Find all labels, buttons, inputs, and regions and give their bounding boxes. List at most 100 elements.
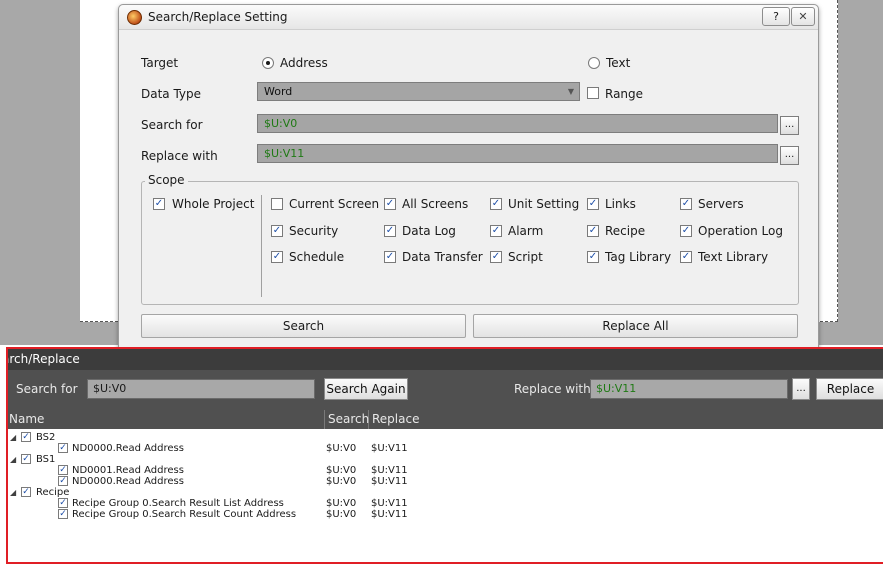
scope-data-transfer-checkbox[interactable]: ✓ [384, 251, 396, 263]
scope-current-screen-checkbox[interactable] [271, 198, 283, 210]
expand-triangle-icon[interactable]: ◢ [10, 432, 16, 443]
replace-all-button[interactable]: Replace All [473, 314, 798, 338]
scope-links-label[interactable]: Links [605, 197, 636, 211]
replace-with-browse-button[interactable]: ... [780, 146, 799, 165]
panel-toolbar: Search for $U:V0 Search Again Replace wi… [8, 370, 883, 410]
scope-recipe-checkbox[interactable]: ✓ [587, 225, 599, 237]
scope-text-library-checkbox[interactable]: ✓ [680, 251, 692, 263]
scope-operation-log-label[interactable]: Operation Log [698, 224, 783, 238]
scope-legend: Scope [145, 173, 188, 187]
search-replace-dialog: Search/Replace Setting ? ✕ Target Addres… [118, 4, 819, 356]
row-search-value: $U:V0 [326, 476, 357, 487]
row-search-value: $U:V0 [326, 443, 357, 454]
column-header-replace[interactable]: Replace [369, 410, 429, 429]
row-replace-value: $U:V11 [371, 465, 408, 476]
row-checkbox[interactable]: ✓ [21, 454, 31, 464]
row-checkbox[interactable]: ✓ [58, 465, 68, 475]
data-type-select[interactable]: Word [257, 82, 580, 101]
scope-alarm-label[interactable]: Alarm [508, 224, 543, 238]
scope-divider [261, 195, 262, 297]
scope-security-label[interactable]: Security [289, 224, 338, 238]
panel-replace-with-input[interactable]: $U:V11 [590, 379, 788, 399]
scope-recipe-label[interactable]: Recipe [605, 224, 645, 238]
row-name: Recipe Group 0.Search Result List Addres… [72, 498, 284, 509]
replace-button[interactable]: Replace [816, 378, 883, 400]
search-button[interactable]: Search [141, 314, 466, 338]
expand-triangle-icon[interactable]: ◢ [10, 454, 16, 465]
column-header-name[interactable]: Name [6, 410, 325, 429]
target-label: Target [141, 56, 179, 70]
row-name: Recipe [36, 487, 70, 498]
scope-all-screens-checkbox[interactable]: ✓ [384, 198, 396, 210]
help-icon[interactable]: ? [762, 7, 790, 26]
panel-replace-with-value: $U:V11 [596, 382, 637, 395]
panel-search-for-input[interactable]: $U:V0 [87, 379, 315, 399]
scope-data-transfer-label[interactable]: Data Transfer [402, 250, 483, 264]
column-header-search[interactable]: Search [325, 410, 369, 429]
close-icon[interactable]: ✕ [791, 7, 815, 26]
dialog-titlebar: Search/Replace Setting ? ✕ [119, 5, 818, 30]
scope-security-checkbox[interactable]: ✓ [271, 225, 283, 237]
whole-project-checkbox[interactable]: ✓ [153, 198, 165, 210]
scope-tag-library-checkbox[interactable]: ✓ [587, 251, 599, 263]
row-checkbox[interactable]: ✓ [58, 498, 68, 508]
search-again-button[interactable]: Search Again [324, 378, 408, 400]
scope-servers-label[interactable]: Servers [698, 197, 744, 211]
scope-script-label[interactable]: Script [508, 250, 543, 264]
scope-servers-checkbox[interactable]: ✓ [680, 198, 692, 210]
row-name: Recipe Group 0.Search Result Count Addre… [72, 509, 297, 520]
row-name: ND0000.Read Address [72, 476, 184, 487]
scope-schedule-label[interactable]: Schedule [289, 250, 344, 264]
chevron-down-icon[interactable]: ▼ [564, 83, 578, 100]
row-search-value: $U:V0 [326, 465, 357, 476]
panel-title: arch/Replace [8, 352, 80, 366]
replace-with-label: Replace with [141, 149, 218, 163]
scope-unit-setting-checkbox[interactable]: ✓ [490, 198, 502, 210]
scope-unit-setting-label[interactable]: Unit Setting [508, 197, 579, 211]
replace-with-input[interactable]: $U:V11 [257, 144, 778, 163]
row-checkbox[interactable]: ✓ [21, 432, 31, 442]
search-for-label: Search for [141, 118, 203, 132]
scope-schedule-checkbox[interactable]: ✓ [271, 251, 283, 263]
row-checkbox[interactable]: ✓ [21, 487, 31, 497]
panel-browse-button[interactable]: ... [792, 378, 810, 400]
row-replace-value: $U:V11 [371, 443, 408, 454]
row-search-value: $U:V0 [326, 509, 357, 520]
range-label[interactable]: Range [605, 87, 643, 101]
search-for-input[interactable]: $U:V0 [257, 114, 778, 133]
target-address-label[interactable]: Address [280, 56, 328, 70]
panel-header: arch/Replace [8, 349, 883, 370]
scope-current-screen-label[interactable]: Current Screen [289, 197, 379, 211]
results-grid-header: Name Search Replace [8, 410, 883, 429]
row-name: BS2 [36, 432, 56, 443]
scope-links-checkbox[interactable]: ✓ [587, 198, 599, 210]
row-replace-value: $U:V11 [371, 509, 408, 520]
row-replace-value: $U:V11 [371, 498, 408, 509]
data-type-value: Word [264, 85, 293, 98]
row-checkbox[interactable]: ✓ [58, 443, 68, 453]
target-text-label[interactable]: Text [606, 56, 630, 70]
search-for-browse-button[interactable]: ... [780, 116, 799, 135]
replace-with-value: $U:V11 [264, 147, 305, 160]
panel-replace-with-label: Replace with [514, 382, 591, 396]
scope-tag-library-label[interactable]: Tag Library [605, 250, 671, 264]
panel-search-for-label: Search for [16, 382, 78, 396]
scope-script-checkbox[interactable]: ✓ [490, 251, 502, 263]
scope-data-log-label[interactable]: Data Log [402, 224, 456, 238]
scope-data-log-checkbox[interactable]: ✓ [384, 225, 396, 237]
data-type-label: Data Type [141, 87, 202, 101]
target-address-radio[interactable] [262, 57, 274, 69]
scope-text-library-label[interactable]: Text Library [698, 250, 768, 264]
target-text-radio[interactable] [588, 57, 600, 69]
expand-triangle-icon[interactable]: ◢ [10, 487, 16, 498]
dialog-title: Search/Replace Setting [148, 10, 288, 24]
whole-project-label[interactable]: Whole Project [172, 197, 254, 211]
row-checkbox[interactable]: ✓ [58, 476, 68, 486]
scope-operation-log-checkbox[interactable]: ✓ [680, 225, 692, 237]
scope-all-screens-label[interactable]: All Screens [402, 197, 468, 211]
row-checkbox[interactable]: ✓ [58, 509, 68, 519]
scope-alarm-checkbox[interactable]: ✓ [490, 225, 502, 237]
range-checkbox[interactable] [587, 87, 599, 99]
row-replace-value: $U:V11 [371, 476, 408, 487]
search-for-value: $U:V0 [264, 117, 298, 130]
